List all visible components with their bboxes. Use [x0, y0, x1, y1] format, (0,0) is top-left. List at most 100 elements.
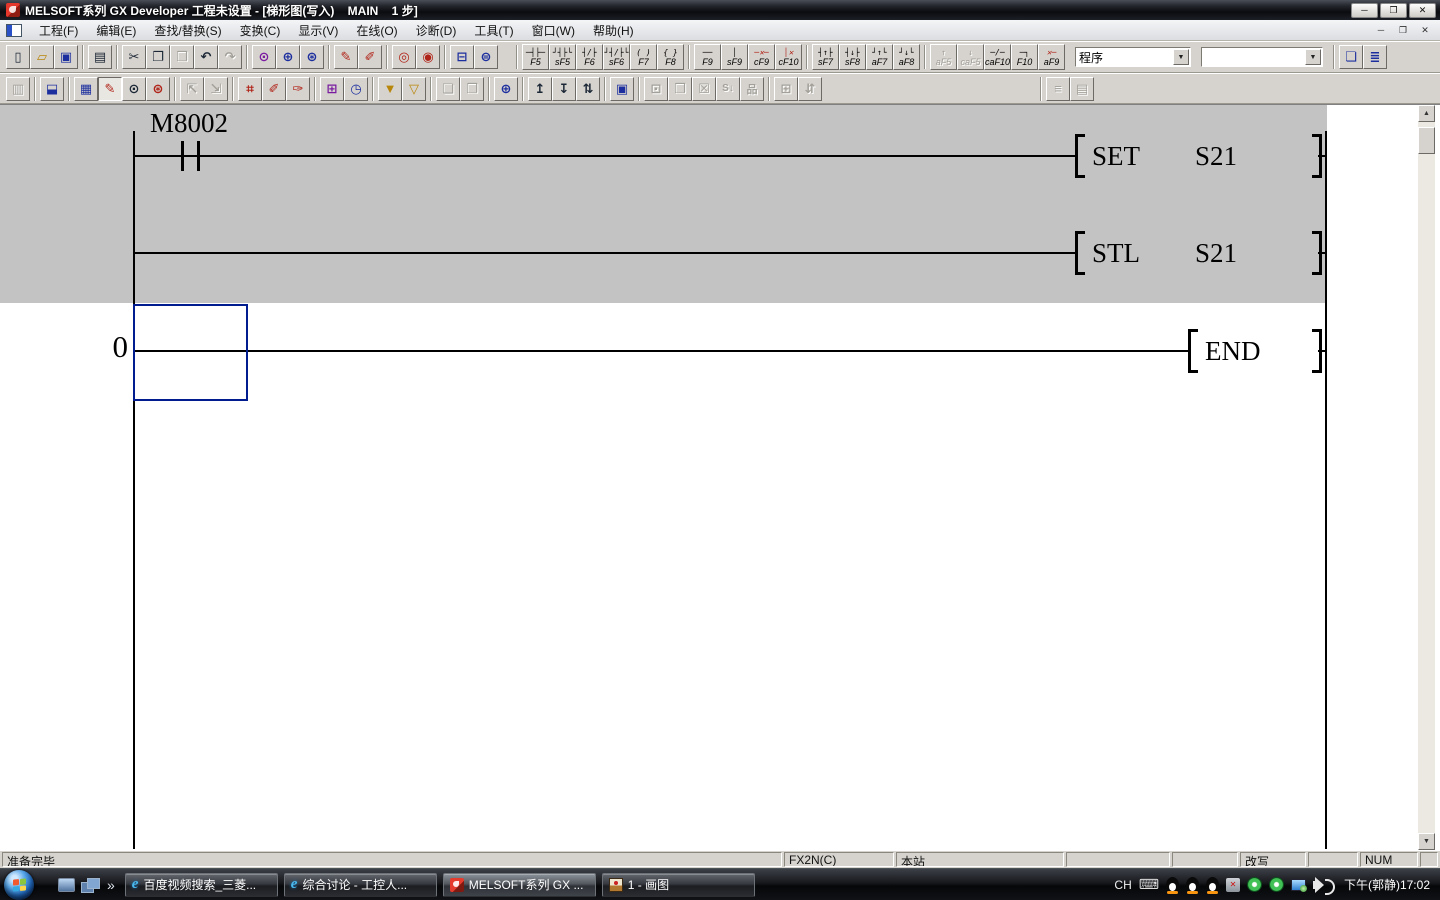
child-minimize-button[interactable]: ─ [1370, 23, 1392, 38]
ladder-write-line-button[interactable]: ─┐F10 [1011, 44, 1038, 70]
sfc-block-list-icon[interactable]: 品 [740, 77, 764, 101]
taskbar-clock[interactable]: 下午(郭静)17:02 [1344, 876, 1430, 893]
macro-icon[interactable]: ≡ [1046, 77, 1070, 101]
qq-tray-icon[interactable] [1166, 877, 1179, 893]
ladder-open-branch-button[interactable]: ┘┤├└sF5 [549, 44, 576, 70]
ladder-down-button[interactable]: ↓caF5 [957, 44, 984, 70]
find-device-icon[interactable]: ⊕ [276, 45, 300, 69]
zoom-device-icon[interactable]: ◎ [392, 45, 416, 69]
sfc-copy-icon[interactable]: ❒ [668, 77, 692, 101]
find-contact-coil-icon[interactable]: ⌗ [238, 77, 262, 101]
ladder-closed-branch-button[interactable]: ┘┤/├└sF6 [603, 44, 630, 70]
find-icon[interactable]: ⊙ [252, 45, 276, 69]
open-project-icon[interactable]: ▱ [30, 45, 54, 69]
line-delete-icon[interactable]: ↧ [552, 77, 576, 101]
ladder-delete-hline-button[interactable]: ─✕─cF9 [748, 44, 775, 70]
child-close-button[interactable]: ✕ [1414, 23, 1436, 38]
input-language-indicator[interactable]: CH [1114, 878, 1131, 892]
line-insert-icon[interactable]: ↥ [528, 77, 552, 101]
quicklaunch-chevron-icon[interactable]: » [107, 877, 115, 893]
sfc-block-icon[interactable]: ⊡ [644, 77, 668, 101]
write-mode-icon[interactable]: ✎ [98, 77, 122, 101]
find-instruction-icon[interactable]: ⊛ [300, 45, 324, 69]
program-type-combo[interactable]: 程序 ▼ [1075, 47, 1191, 67]
zoom-instruction-icon[interactable]: ◉ [416, 45, 440, 69]
line-swap-icon[interactable]: ⇅ [576, 77, 600, 101]
window-switcher-icon[interactable] [81, 878, 99, 892]
offline-tray-icon[interactable]: ✕ [1226, 878, 1240, 892]
qq-tray-icon[interactable] [1186, 877, 1199, 893]
vertical-scrollbar[interactable]: ▲ ▼ [1418, 105, 1435, 850]
monitor-window-icon[interactable]: ▣ [610, 77, 634, 101]
ladder-delete-line-button[interactable]: ✕─aF9 [1038, 44, 1065, 70]
combo-dropdown-icon[interactable]: ▼ [1305, 49, 1321, 65]
green-app-tray-icon[interactable] [1247, 877, 1262, 892]
sfc-sort-icon[interactable]: ⇵ [798, 77, 822, 101]
read-mode-icon[interactable]: ▦ [74, 77, 98, 101]
child-restore-button[interactable]: ❐ [1392, 23, 1414, 38]
menu-project[interactable]: 工程(F) [30, 20, 87, 41]
redo-icon[interactable]: ↷ [218, 45, 242, 69]
undo-icon[interactable]: ↶ [194, 45, 218, 69]
taskbar-item-baidu-video[interactable]: e 百度视频搜索_三菱... [125, 873, 278, 897]
cut-icon[interactable]: ✂ [122, 45, 146, 69]
ladder-rising-pulse-button[interactable]: ┤↑├sF7 [812, 44, 839, 70]
menu-window[interactable]: 窗口(W) [523, 20, 584, 41]
sfc-step-number-icon[interactable]: S↓ [716, 77, 740, 101]
project-data-list-icon[interactable]: ▥ [6, 77, 30, 101]
minimize-button[interactable]: ─ [1351, 3, 1378, 18]
scrollbar-thumb[interactable] [1418, 127, 1435, 154]
ladder-rising-pulse-branch-button[interactable]: ┘↑└aF7 [866, 44, 893, 70]
ladder-invert-button[interactable]: ─/─caF10 [984, 44, 1011, 70]
keyboard-layout-icon[interactable]: ⌨ [1139, 876, 1159, 893]
combo-dropdown-icon[interactable]: ▼ [1173, 49, 1189, 65]
show-desktop-icon[interactable] [58, 878, 75, 892]
instruction-stl-s21[interactable]: STL S21 [1075, 231, 1322, 275]
plc-write-icon[interactable]: ⇲ [204, 77, 228, 101]
ladder-open-contact-button[interactable]: ─┤├─F5 [522, 44, 549, 70]
instruction-set-s21[interactable]: SET S21 [1075, 134, 1322, 178]
ladder-delete-vline-button[interactable]: │✕cF10 [775, 44, 802, 70]
device-batch-monitor-icon[interactable]: ⊞ [320, 77, 344, 101]
menu-find-replace[interactable]: 查找/替换(S) [145, 20, 230, 41]
copy-icon[interactable]: ❐ [146, 45, 170, 69]
start-button[interactable] [4, 870, 34, 900]
ladder-falling-pulse-branch-button[interactable]: ┘↓└aF8 [893, 44, 920, 70]
save-project-icon[interactable]: ▣ [54, 45, 78, 69]
scroll-up-icon[interactable]: ▲ [1418, 105, 1435, 122]
find-device-combo[interactable]: ▼ [1201, 47, 1323, 67]
monitor-mode-icon[interactable]: ⊙ [122, 77, 146, 101]
green-app-tray-icon[interactable] [1269, 877, 1284, 892]
ladder-up-button[interactable]: ↑aF5 [930, 44, 957, 70]
menu-online[interactable]: 在线(O) [347, 20, 406, 41]
menu-tools[interactable]: 工具(T) [465, 20, 522, 41]
ladder-cursor[interactable] [133, 304, 248, 401]
program-check-icon[interactable]: ▤ [1070, 77, 1094, 101]
print-icon[interactable]: ▤ [88, 45, 112, 69]
ladder-editor[interactable]: M8002 SET S21 STL S21 0 END ▲ ▼ [0, 104, 1440, 850]
world-search-icon[interactable]: ⊕ [494, 77, 518, 101]
new-project-icon[interactable]: ▯ [6, 45, 30, 69]
scroll-down-icon[interactable]: ▼ [1418, 833, 1435, 850]
close-button[interactable]: ✕ [1409, 3, 1436, 18]
menu-view[interactable]: 显示(V) [289, 20, 347, 41]
restore-button[interactable]: ❐ [1380, 3, 1407, 18]
note-statement-icon[interactable]: ▽ [402, 77, 426, 101]
parameter-tree-icon[interactable]: ≣ [1363, 45, 1387, 69]
menu-edit[interactable]: 编辑(E) [87, 20, 145, 41]
replace-instruction-icon[interactable]: ✐ [358, 45, 382, 69]
ladder-falling-pulse-button[interactable]: ┤↓├sF8 [839, 44, 866, 70]
network-tray-icon[interactable] [1291, 879, 1306, 891]
document-check-icon[interactable]: ❏ [1339, 45, 1363, 69]
ladder-closed-contact-button[interactable]: ┤/├F6 [576, 44, 603, 70]
child-window-icon[interactable] [6, 24, 22, 37]
monitor-write-mode-icon[interactable]: ⊛ [146, 77, 170, 101]
ladder-application-instruction-button[interactable]: { }F8 [657, 44, 684, 70]
qq-tray-icon[interactable] [1206, 877, 1219, 893]
volume-tray-icon[interactable] [1313, 881, 1318, 889]
taskbar-item-paint[interactable]: 1 - 画图 [602, 873, 755, 897]
ladder-vline-button[interactable]: │sF9 [721, 44, 748, 70]
note-edit-icon[interactable]: ✑ [286, 77, 310, 101]
comment-display-icon[interactable]: ⬓ [40, 77, 64, 101]
plc-read-icon[interactable]: ⇱ [180, 77, 204, 101]
